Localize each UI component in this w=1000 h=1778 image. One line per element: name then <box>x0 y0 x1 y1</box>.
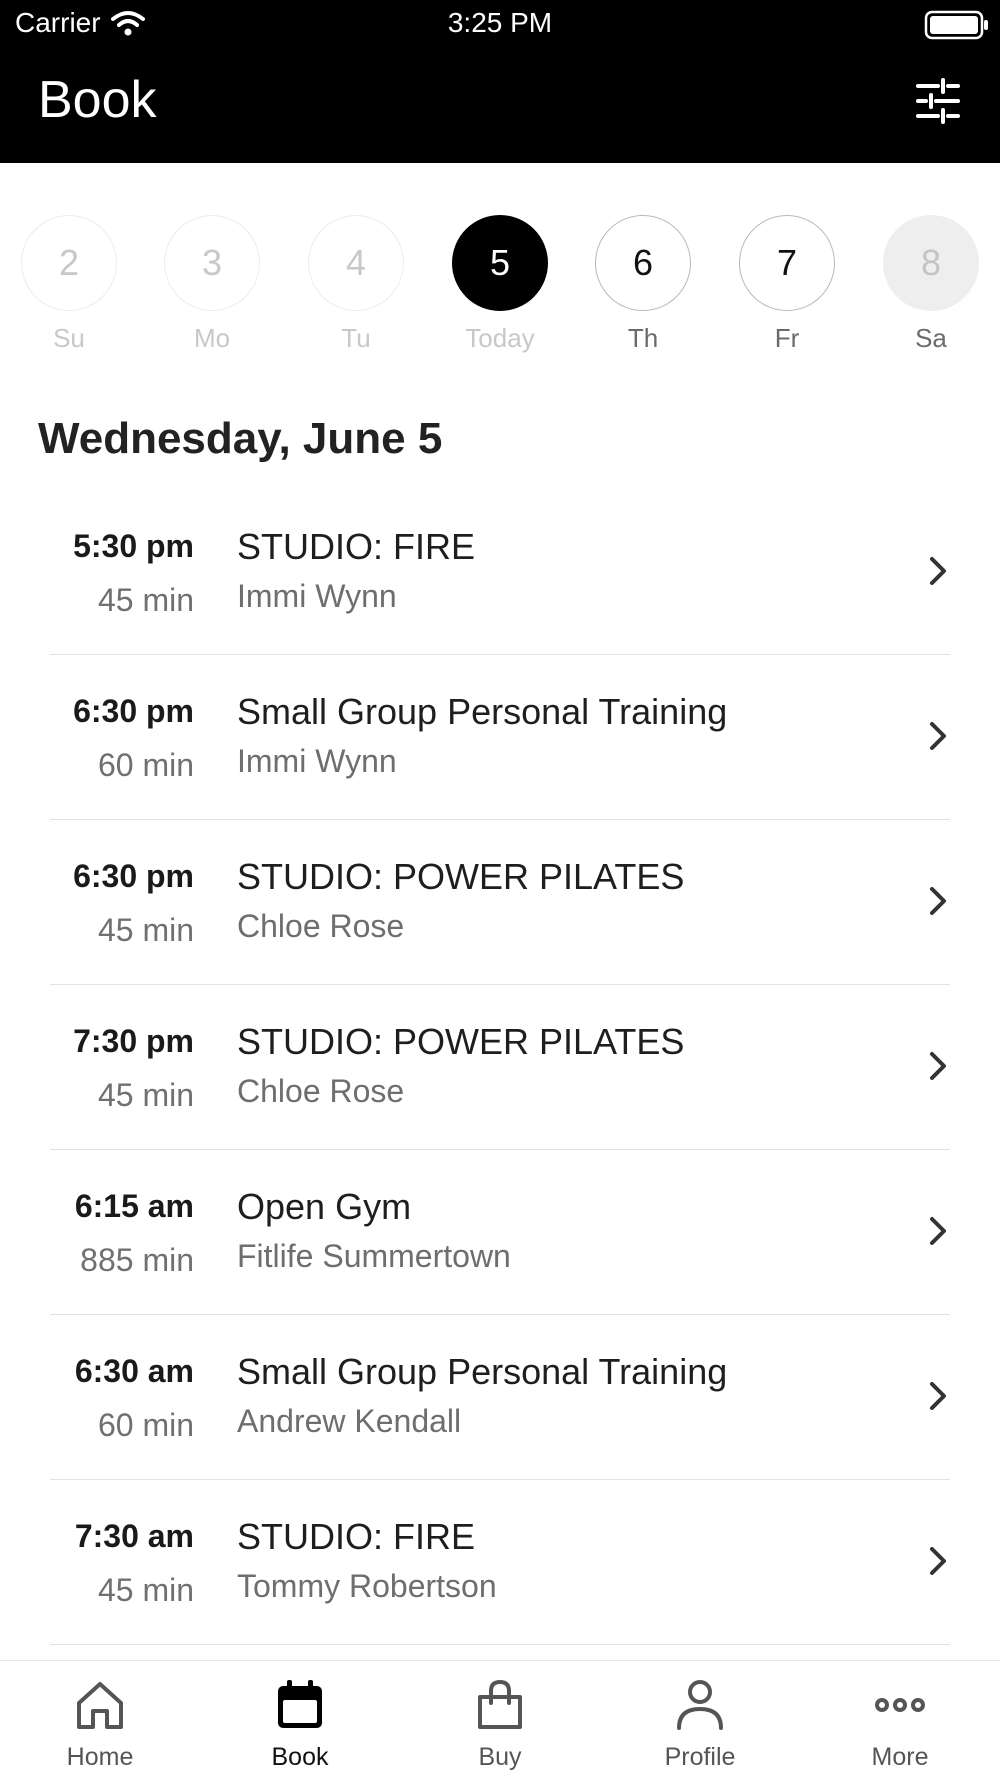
tab-bar: Home Book Buy Profile More <box>0 1660 1000 1778</box>
chevron-right-icon <box>930 1547 946 1575</box>
day-item[interactable]: 7 Fr <box>737 215 837 355</box>
day-label: Sa <box>915 323 947 353</box>
chevron-right-icon <box>930 1217 946 1245</box>
tab-label: Home <box>66 1743 134 1771</box>
class-time: 7:30 am <box>74 1518 194 1554</box>
clock: 3:25 PM <box>447 7 553 38</box>
sliders-icon[interactable] <box>914 78 962 124</box>
day-label: Tu <box>341 323 371 353</box>
class-time: 6:30 pm <box>73 693 194 729</box>
class-row[interactable]: 6:30 pm 45 min STUDIO: POWER PILATES Chl… <box>0 820 1000 985</box>
day-label: Fr <box>774 323 800 353</box>
status-bar: Carrier 3:25 PM <box>0 0 1000 46</box>
day-number: 8 <box>883 215 979 311</box>
class-instructor: Immi Wynn <box>237 578 397 614</box>
class-name: Small Group Personal Training <box>237 691 728 732</box>
class-instructor: Chloe Rose <box>237 908 405 944</box>
class-duration: 60 min <box>97 1407 194 1443</box>
date-heading: Wednesday, June 5 <box>38 414 443 463</box>
tab-book[interactable]: Book <box>200 1661 400 1778</box>
person-icon <box>677 1680 723 1730</box>
day-number: 5 <box>452 215 548 311</box>
day-number: 4 <box>308 215 404 311</box>
class-time: 7:30 pm <box>73 1023 194 1059</box>
class-time: 5:30 pm <box>73 528 194 564</box>
day-item[interactable]: 6 Th <box>593 215 693 355</box>
calendar-icon <box>278 1680 322 1728</box>
tab-label: Buy <box>478 1743 522 1771</box>
chevron-right-icon <box>930 722 946 750</box>
day-number: 2 <box>21 215 117 311</box>
class-name: Small Group Personal Training <box>237 1351 728 1392</box>
chevron-right-icon <box>930 1052 946 1080</box>
class-list: 5:30 pm 45 min STUDIO: FIRE Immi Wynn 6:… <box>0 490 1000 1645</box>
class-instructor: Immi Wynn <box>237 743 397 779</box>
class-row[interactable]: 7:30 am 45 min STUDIO: FIRE Tommy Robert… <box>0 1480 1000 1645</box>
day-item[interactable]: 8 Sa <box>881 215 981 355</box>
class-duration: 60 min <box>97 747 194 783</box>
day-label: Th <box>627 323 659 353</box>
battery-icon <box>924 10 988 40</box>
day-item[interactable]: 4 Tu <box>306 215 406 355</box>
class-row[interactable]: 6:30 pm 60 min Small Group Personal Trai… <box>0 655 1000 820</box>
chevron-right-icon <box>930 1382 946 1410</box>
class-duration: 45 min <box>97 582 194 618</box>
day-label: Today <box>465 323 535 353</box>
class-name: STUDIO: POWER PILATES <box>237 856 685 897</box>
class-duration: 885 min <box>80 1242 194 1278</box>
more-icon <box>875 1698 925 1712</box>
class-instructor: Chloe Rose <box>237 1073 405 1109</box>
tab-home[interactable]: Home <box>0 1661 200 1778</box>
class-row[interactable]: 5:30 pm 45 min STUDIO: FIRE Immi Wynn <box>0 490 1000 655</box>
class-time: 6:30 am <box>74 1353 194 1389</box>
class-instructor: Tommy Robertson <box>237 1568 497 1604</box>
class-row[interactable]: 7:30 pm 45 min STUDIO: POWER PILATES Chl… <box>0 985 1000 1150</box>
day-selector: 2 Su 3 Mo 4 Tu 5 Today 6 Th 7 Fr 8 Sa <box>0 215 1000 355</box>
class-duration: 45 min <box>97 912 194 948</box>
day-label: Su <box>53 323 85 353</box>
day-number: 3 <box>164 215 260 311</box>
day-item[interactable]: 2 Su <box>19 215 119 355</box>
class-instructor: Fitlife Summertown <box>237 1238 511 1274</box>
day-label: Mo <box>193 323 231 353</box>
class-instructor: Andrew Kendall <box>237 1403 462 1439</box>
chevron-right-icon <box>930 887 946 915</box>
class-duration: 45 min <box>97 1572 194 1608</box>
class-time: 6:30 pm <box>73 858 194 894</box>
class-name: STUDIO: POWER PILATES <box>237 1021 685 1062</box>
day-number: 7 <box>739 215 835 311</box>
day-item-today[interactable]: 5 Today <box>450 215 550 355</box>
day-number: 6 <box>595 215 691 311</box>
day-item[interactable]: 3 Mo <box>162 215 262 355</box>
class-duration: 45 min <box>97 1077 194 1113</box>
tab-more[interactable]: More <box>800 1661 1000 1778</box>
class-name: STUDIO: FIRE <box>237 1516 476 1557</box>
chevron-right-icon <box>930 557 946 585</box>
class-row[interactable]: 6:15 am 885 min Open Gym Fitlife Summert… <box>0 1150 1000 1315</box>
tab-label: Profile <box>664 1743 736 1771</box>
page-title: Book <box>38 71 157 129</box>
class-row[interactable]: 6:30 am 60 min Small Group Personal Trai… <box>0 1315 1000 1480</box>
class-time: 6:15 am <box>74 1188 194 1224</box>
tab-label: More <box>871 1743 929 1771</box>
home-icon <box>77 1682 123 1729</box>
shopping-bag-icon <box>478 1679 522 1729</box>
class-name: STUDIO: FIRE <box>237 526 476 567</box>
tab-buy[interactable]: Buy <box>400 1661 600 1778</box>
class-name: Open Gym <box>237 1186 412 1227</box>
tab-label: Book <box>271 1743 329 1771</box>
tab-profile[interactable]: Profile <box>600 1661 800 1778</box>
header-bar: Carrier 3:25 PM Book <box>0 0 1000 163</box>
